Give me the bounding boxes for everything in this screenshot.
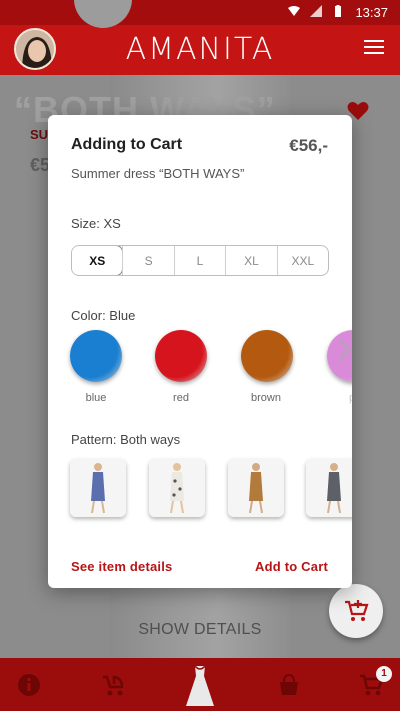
color-selector: blue red brown p xyxy=(48,330,352,410)
dialog-subtitle: Summer dress “BOTH WAYS” xyxy=(71,166,245,181)
dialog-price: €56,- xyxy=(289,136,328,155)
info-icon[interactable] xyxy=(16,672,42,698)
color-label-red: red xyxy=(173,392,189,404)
pattern-thumb-blue-dress[interactable] xyxy=(70,459,126,517)
bag-icon[interactable] xyxy=(276,672,302,698)
add-cart-icon xyxy=(345,600,369,621)
pattern-thumb-floral-dress[interactable] xyxy=(149,459,205,517)
app-brand: AMANITA xyxy=(125,32,275,67)
add-to-cart-button[interactable]: Add to Cart xyxy=(255,559,328,574)
size-label: Size: XS xyxy=(71,216,121,231)
menu-icon[interactable] xyxy=(364,40,384,56)
stroller-icon[interactable] xyxy=(100,672,126,698)
status-icons xyxy=(288,5,344,17)
product-subtitle: SU xyxy=(30,127,49,142)
battery-icon xyxy=(335,5,341,17)
size-option-xxl[interactable]: XXL xyxy=(276,246,328,275)
add-to-cart-fab[interactable] xyxy=(329,584,383,638)
color-label-blue: blue xyxy=(85,392,107,404)
color-swatch-blue[interactable] xyxy=(70,330,122,382)
color-label-pink: p xyxy=(312,392,352,404)
dialog-title: Adding to Cart xyxy=(71,136,183,153)
app-bar: AMANITA xyxy=(0,25,400,75)
pattern-label: Pattern: Both ways xyxy=(71,432,181,447)
color-swatch-brown[interactable] xyxy=(241,330,293,382)
add-to-cart-dialog: Adding to Cart €56,- Summer dress “BOTH … xyxy=(48,115,352,588)
cart-badge: 1 xyxy=(376,666,392,682)
size-option-l[interactable]: L xyxy=(173,246,225,275)
size-selector: XS S L XL XXL xyxy=(71,245,329,276)
signal-icon xyxy=(310,5,322,17)
size-option-s[interactable]: S xyxy=(122,246,173,275)
pattern-selector xyxy=(48,459,352,517)
size-option-xl[interactable]: XL xyxy=(225,246,276,275)
size-option-xs[interactable]: XS xyxy=(72,246,124,275)
color-swatch-red[interactable] xyxy=(155,330,207,382)
dress-icon[interactable] xyxy=(184,664,216,708)
pattern-thumb-brown-dress[interactable] xyxy=(228,459,284,517)
wifi-icon xyxy=(288,6,300,16)
status-time: 13:37 xyxy=(355,5,388,20)
color-label-brown: brown xyxy=(251,392,281,404)
status-bar: 13:37 xyxy=(0,0,400,25)
pattern-thumb-grey-dress[interactable] xyxy=(306,459,352,517)
see-item-details-link[interactable]: See item details xyxy=(71,559,172,574)
color-label: Color: Blue xyxy=(71,308,136,323)
chevron-right-icon[interactable] xyxy=(337,337,352,363)
